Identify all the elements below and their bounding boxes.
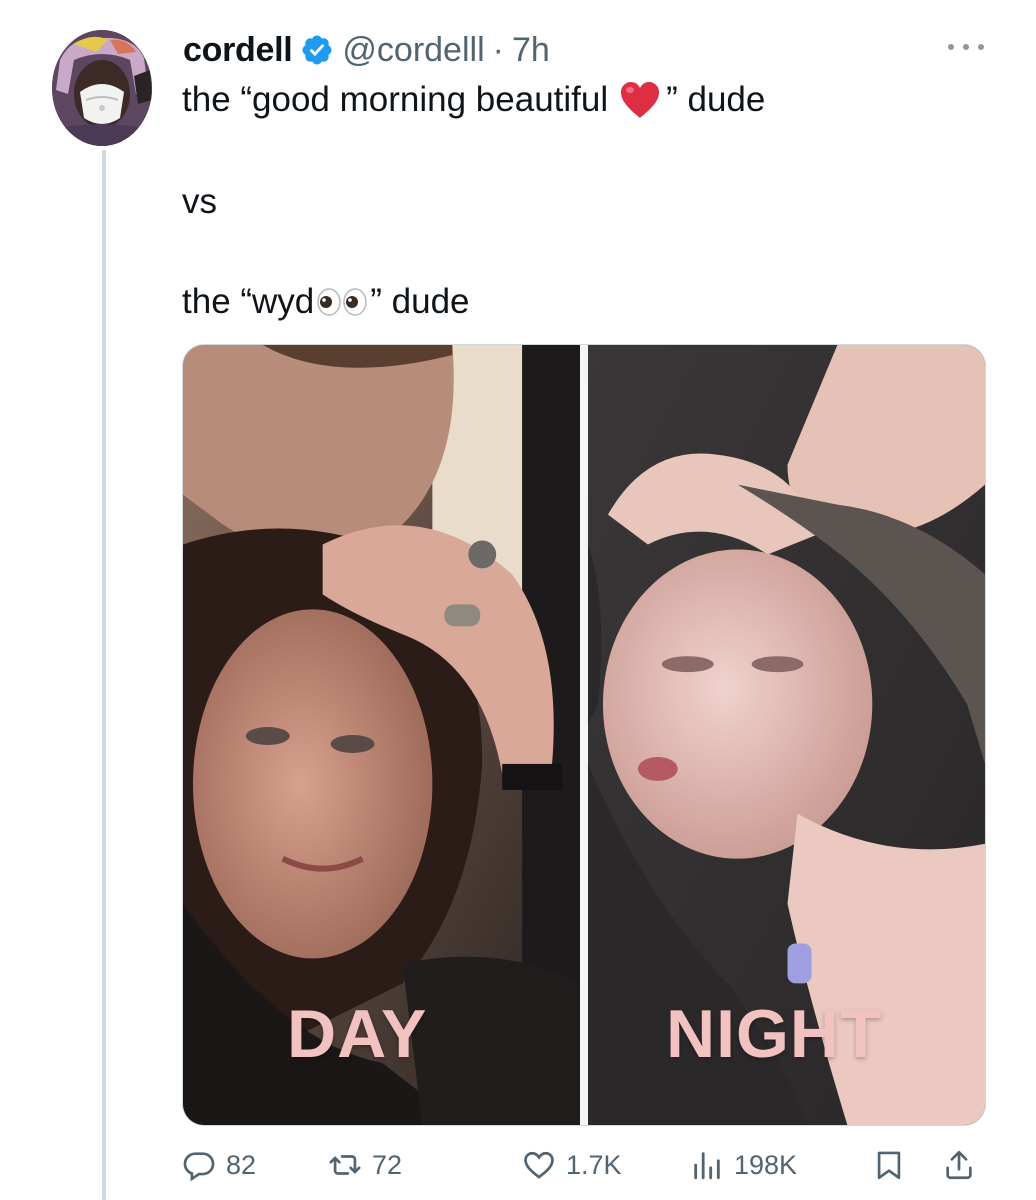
night-label: NIGHT (666, 996, 883, 1072)
separator-dot: · (492, 31, 504, 69)
retweet-button[interactable]: 72 (328, 1140, 402, 1190)
thread-line (102, 150, 106, 1200)
image-panel-day: DAY (183, 345, 580, 1125)
image-panel-night: NIGHT (588, 345, 985, 1125)
text-segment: the “good morning beautiful (182, 80, 609, 119)
share-icon (946, 1150, 972, 1180)
display-name[interactable]: cordell (183, 28, 293, 72)
red-heart-emoji-icon (618, 78, 662, 122)
bookmark-icon (877, 1151, 901, 1180)
like-button[interactable]: 1.7K (522, 1140, 622, 1190)
retweet-count: 72 (372, 1149, 403, 1180)
text-segment: ” dude (666, 80, 766, 119)
reply-icon (183, 1152, 215, 1182)
more-options-icon[interactable] (944, 32, 988, 62)
views-button[interactable]: 198K (690, 1140, 797, 1190)
tweet-text-line-3: the “wyd ” dude (182, 280, 470, 324)
eyes-emoji-icon (316, 288, 368, 316)
text-segment: the “wyd (182, 282, 315, 321)
verified-badge-icon[interactable] (300, 33, 334, 67)
tweet-text-line-1: the “good morning beautiful ” dude (182, 78, 765, 122)
share-button[interactable] (942, 1140, 976, 1190)
text-segment: vs (182, 182, 217, 221)
reply-button[interactable]: 82 (182, 1140, 256, 1190)
bookmark-button[interactable] (872, 1140, 906, 1190)
tweet-header: cordell @cordelll · 7h (183, 28, 550, 72)
reply-count: 82 (226, 1149, 257, 1180)
action-bar: 82 72 1.7K 198K (182, 1140, 986, 1190)
handle[interactable]: @cordelll (342, 28, 484, 72)
views-icon (694, 1152, 720, 1180)
tweet-text-line-2: vs (182, 180, 217, 224)
like-count: 1.7K (566, 1149, 622, 1180)
text-segment: ” dude (370, 282, 470, 321)
tweet[interactable]: cordell @cordelll · 7h the “good morning… (0, 0, 1036, 1200)
view-count: 198K (734, 1149, 798, 1180)
like-icon (524, 1151, 554, 1179)
avatar[interactable] (52, 30, 152, 146)
day-label: DAY (287, 996, 428, 1072)
retweet-icon (329, 1155, 361, 1175)
timestamp[interactable]: 7h (512, 28, 550, 72)
media-image[interactable]: DAY NIGHT (182, 344, 986, 1126)
